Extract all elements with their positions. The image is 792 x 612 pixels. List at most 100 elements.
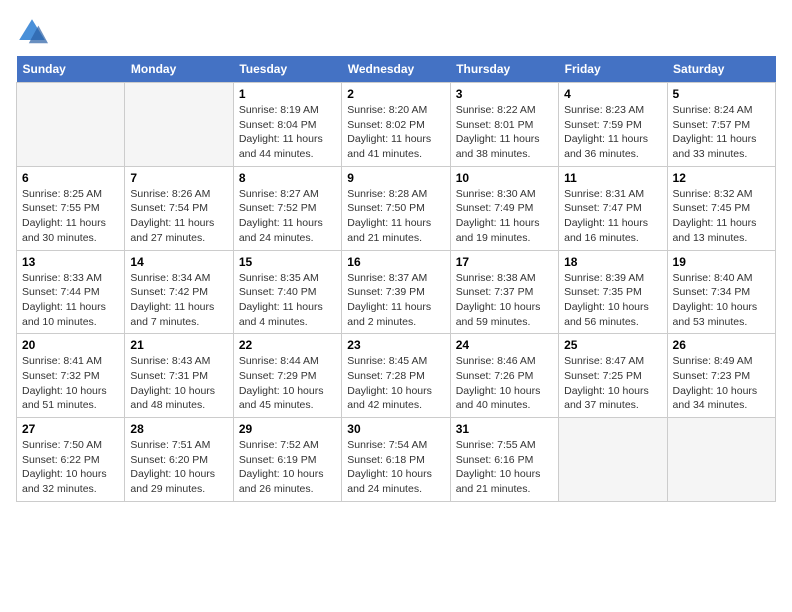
day-number: 15 [239, 255, 336, 269]
cell-info: Sunrise: 8:41 AMSunset: 7:32 PMDaylight:… [22, 354, 119, 413]
day-number: 25 [564, 338, 661, 352]
calendar-cell: 16 Sunrise: 8:37 AMSunset: 7:39 PMDayligh… [342, 250, 450, 334]
day-number: 21 [130, 338, 227, 352]
day-number: 3 [456, 87, 553, 101]
day-number: 10 [456, 171, 553, 185]
cell-info: Sunrise: 8:31 AMSunset: 7:47 PMDaylight:… [564, 187, 661, 246]
day-number: 19 [673, 255, 770, 269]
cell-info: Sunrise: 8:46 AMSunset: 7:26 PMDaylight:… [456, 354, 553, 413]
calendar-cell: 18 Sunrise: 8:39 AMSunset: 7:35 PMDayligh… [559, 250, 667, 334]
calendar-cell [125, 83, 233, 167]
day-number: 22 [239, 338, 336, 352]
cell-info: Sunrise: 8:27 AMSunset: 7:52 PMDaylight:… [239, 187, 336, 246]
logo-icon [16, 16, 48, 48]
cell-info: Sunrise: 8:20 AMSunset: 8:02 PMDaylight:… [347, 103, 444, 162]
calendar-cell: 12 Sunrise: 8:32 AMSunset: 7:45 PMDayligh… [667, 166, 775, 250]
day-header-thursday: Thursday [450, 56, 558, 83]
day-number: 26 [673, 338, 770, 352]
calendar-week-4: 20 Sunrise: 8:41 AMSunset: 7:32 PMDayligh… [17, 334, 776, 418]
cell-info: Sunrise: 8:33 AMSunset: 7:44 PMDaylight:… [22, 271, 119, 330]
calendar-cell: 6 Sunrise: 8:25 AMSunset: 7:55 PMDaylight… [17, 166, 125, 250]
day-number: 9 [347, 171, 444, 185]
calendar-cell: 24 Sunrise: 8:46 AMSunset: 7:26 PMDayligh… [450, 334, 558, 418]
calendar-table: SundayMondayTuesdayWednesdayThursdayFrid… [16, 56, 776, 502]
day-number: 29 [239, 422, 336, 436]
calendar-cell: 11 Sunrise: 8:31 AMSunset: 7:47 PMDayligh… [559, 166, 667, 250]
day-number: 24 [456, 338, 553, 352]
day-header-sunday: Sunday [17, 56, 125, 83]
day-number: 20 [22, 338, 119, 352]
day-number: 28 [130, 422, 227, 436]
calendar-cell: 25 Sunrise: 8:47 AMSunset: 7:25 PMDayligh… [559, 334, 667, 418]
cell-info: Sunrise: 8:34 AMSunset: 7:42 PMDaylight:… [130, 271, 227, 330]
cell-info: Sunrise: 8:28 AMSunset: 7:50 PMDaylight:… [347, 187, 444, 246]
cell-info: Sunrise: 7:54 AMSunset: 6:18 PMDaylight:… [347, 438, 444, 497]
calendar-cell: 14 Sunrise: 8:34 AMSunset: 7:42 PMDayligh… [125, 250, 233, 334]
cell-info: Sunrise: 8:30 AMSunset: 7:49 PMDaylight:… [456, 187, 553, 246]
day-number: 23 [347, 338, 444, 352]
calendar-cell: 4 Sunrise: 8:23 AMSunset: 7:59 PMDaylight… [559, 83, 667, 167]
cell-info: Sunrise: 8:25 AMSunset: 7:55 PMDaylight:… [22, 187, 119, 246]
day-number: 30 [347, 422, 444, 436]
calendar-cell: 30 Sunrise: 7:54 AMSunset: 6:18 PMDayligh… [342, 418, 450, 502]
calendar-cell [667, 418, 775, 502]
day-number: 27 [22, 422, 119, 436]
cell-info: Sunrise: 7:55 AMSunset: 6:16 PMDaylight:… [456, 438, 553, 497]
calendar-cell: 15Sunrise: 8:35 AMSunset: 7:40 PMDayligh… [233, 250, 341, 334]
calendar-cell: 2 Sunrise: 8:20 AMSunset: 8:02 PMDaylight… [342, 83, 450, 167]
calendar-header-row: SundayMondayTuesdayWednesdayThursdayFrid… [17, 56, 776, 83]
day-number: 16 [347, 255, 444, 269]
calendar-cell: 10 Sunrise: 8:30 AMSunset: 7:49 PMDayligh… [450, 166, 558, 250]
cell-info: Sunrise: 8:47 AMSunset: 7:25 PMDaylight:… [564, 354, 661, 413]
calendar-cell: 21 Sunrise: 8:43 AMSunset: 7:31 PMDayligh… [125, 334, 233, 418]
cell-info: Sunrise: 8:45 AMSunset: 7:28 PMDaylight:… [347, 354, 444, 413]
cell-info: Sunrise: 8:24 AMSunset: 7:57 PMDaylight:… [673, 103, 770, 162]
day-header-monday: Monday [125, 56, 233, 83]
day-header-friday: Friday [559, 56, 667, 83]
calendar-cell [559, 418, 667, 502]
calendar-week-3: 13 Sunrise: 8:33 AMSunset: 7:44 PMDayligh… [17, 250, 776, 334]
calendar-cell: 17 Sunrise: 8:38 AMSunset: 7:37 PMDayligh… [450, 250, 558, 334]
day-header-tuesday: Tuesday [233, 56, 341, 83]
calendar-cell: 8Sunrise: 8:27 AMSunset: 7:52 PMDaylight… [233, 166, 341, 250]
cell-info: Sunrise: 8:40 AMSunset: 7:34 PMDaylight:… [673, 271, 770, 330]
day-header-saturday: Saturday [667, 56, 775, 83]
day-number: 6 [22, 171, 119, 185]
calendar-cell: 5Sunrise: 8:24 AMSunset: 7:57 PMDaylight… [667, 83, 775, 167]
day-number: 31 [456, 422, 553, 436]
calendar-cell: 1 Sunrise: 8:19 AMSunset: 8:04 PMDaylight… [233, 83, 341, 167]
calendar-week-1: 1 Sunrise: 8:19 AMSunset: 8:04 PMDaylight… [17, 83, 776, 167]
logo [16, 16, 52, 48]
cell-info: Sunrise: 8:23 AMSunset: 7:59 PMDaylight:… [564, 103, 661, 162]
calendar-cell: 26Sunrise: 8:49 AMSunset: 7:23 PMDayligh… [667, 334, 775, 418]
day-number: 18 [564, 255, 661, 269]
calendar-cell: 9 Sunrise: 8:28 AMSunset: 7:50 PMDaylight… [342, 166, 450, 250]
calendar-cell: 31 Sunrise: 7:55 AMSunset: 6:16 PMDayligh… [450, 418, 558, 502]
calendar-cell: 20 Sunrise: 8:41 AMSunset: 7:32 PMDayligh… [17, 334, 125, 418]
calendar-cell: 23 Sunrise: 8:45 AMSunset: 7:28 PMDayligh… [342, 334, 450, 418]
day-number: 4 [564, 87, 661, 101]
calendar-cell: 13 Sunrise: 8:33 AMSunset: 7:44 PMDayligh… [17, 250, 125, 334]
calendar-cell: 3Sunrise: 8:22 AMSunset: 8:01 PMDaylight… [450, 83, 558, 167]
calendar-week-2: 6 Sunrise: 8:25 AMSunset: 7:55 PMDaylight… [17, 166, 776, 250]
cell-info: Sunrise: 7:52 AMSunset: 6:19 PMDaylight:… [239, 438, 336, 497]
cell-info: Sunrise: 8:39 AMSunset: 7:35 PMDaylight:… [564, 271, 661, 330]
day-number: 1 [239, 87, 336, 101]
day-number: 12 [673, 171, 770, 185]
cell-info: Sunrise: 8:44 AMSunset: 7:29 PMDaylight:… [239, 354, 336, 413]
cell-info: Sunrise: 8:38 AMSunset: 7:37 PMDaylight:… [456, 271, 553, 330]
day-number: 11 [564, 171, 661, 185]
cell-info: Sunrise: 8:19 AMSunset: 8:04 PMDaylight:… [239, 103, 336, 162]
calendar-cell: 27Sunrise: 7:50 AMSunset: 6:22 PMDayligh… [17, 418, 125, 502]
calendar-cell: 7Sunrise: 8:26 AMSunset: 7:54 PMDaylight… [125, 166, 233, 250]
day-number: 17 [456, 255, 553, 269]
cell-info: Sunrise: 8:43 AMSunset: 7:31 PMDaylight:… [130, 354, 227, 413]
calendar-cell: 29 Sunrise: 7:52 AMSunset: 6:19 PMDayligh… [233, 418, 341, 502]
day-number: 14 [130, 255, 227, 269]
cell-info: Sunrise: 8:37 AMSunset: 7:39 PMDaylight:… [347, 271, 444, 330]
day-number: 2 [347, 87, 444, 101]
page-header [16, 16, 776, 48]
cell-info: Sunrise: 8:32 AMSunset: 7:45 PMDaylight:… [673, 187, 770, 246]
day-header-wednesday: Wednesday [342, 56, 450, 83]
day-number: 13 [22, 255, 119, 269]
